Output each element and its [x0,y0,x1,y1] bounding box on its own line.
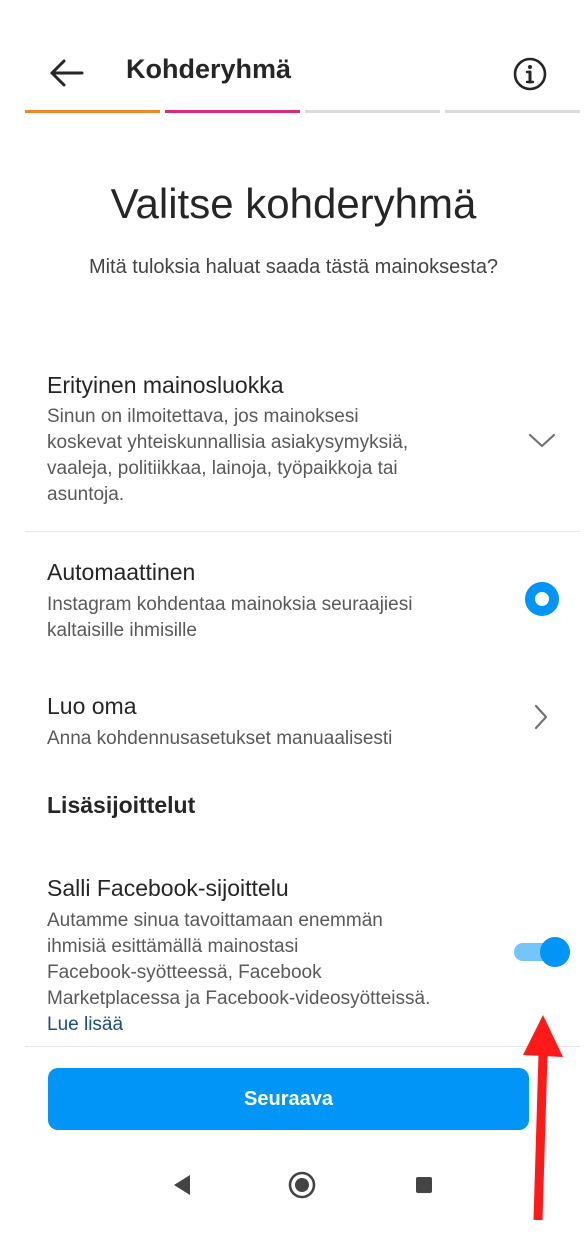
divider [25,1046,580,1047]
description-line: Instagram kohdentaa mainoksia seuraajies… [47,594,413,615]
chevron-right-icon[interactable] [530,702,550,732]
description-line: kaltaisille ihmisille [47,620,197,641]
automatic-audience-option[interactable]: Automaattinen Instagram kohdentaa mainok… [0,556,587,646]
progress-step-2 [165,110,300,113]
header: Kohderyhmä [0,0,587,115]
special-category-title: Erityinen mainosluokka [47,372,284,398]
divider [25,531,580,532]
step-progress-bar [25,110,580,113]
progress-step-4 [445,110,580,113]
back-button[interactable] [40,50,90,96]
progress-step-3 [305,110,440,113]
main-heading: Valitse kohderyhmä [110,180,477,227]
description-line: asuntoja. [47,484,125,505]
special-category-description: Sinun on ilmoitettava, jos mainoksesi ko… [47,404,408,508]
learn-more-link[interactable]: Lue lisää [47,1014,123,1036]
custom-title: Luo oma [47,693,137,719]
system-navigation-bar [0,1155,587,1215]
custom-description: Anna kohdennusasetukset manuaalisesti [47,728,393,749]
description-line: ihmisiä esittämällä mainostasi [47,936,299,957]
arrow-left-icon [50,59,84,87]
next-button[interactable]: Seuraava [48,1068,529,1130]
special-ad-category-row[interactable]: Erityinen mainosluokka Sinun on ilmoitet… [0,368,587,528]
info-circle-icon [513,57,547,91]
description-line: Sinun on ilmoitettava, jos mainoksesi [47,406,359,427]
facebook-placement-description: Autamme sinua tavoittamaan enemmän ihmis… [47,908,430,1012]
main-subheading: Mitä tuloksia haluat saada tästä mainoks… [88,256,499,278]
description-line: Marketplacessa ja Facebook-videosyötteis… [47,988,431,1009]
info-button[interactable] [508,52,552,96]
description-line: vaaleja, politiikkaa, lainoja, työpaikko… [47,458,398,479]
chevron-down-icon[interactable] [525,428,559,452]
triangle-back-icon[interactable] [166,1169,198,1201]
description-line: Autamme sinua tavoittamaan enemmän [47,910,383,931]
description-line: Facebook-syötteessä, Facebook [47,962,322,983]
facebook-placement-title: Salli Facebook-sijoittelu [47,875,289,901]
page-title: Kohderyhmä [126,54,292,84]
automatic-title: Automaattinen [47,559,196,585]
square-recents-icon[interactable] [408,1169,440,1201]
description-line: koskevat yhteiskunnallisia asiakysymyksi… [47,432,409,453]
create-custom-audience-option[interactable]: Luo oma Anna kohdennusasetukset manuaali… [0,690,587,750]
facebook-placement-toggle[interactable] [514,937,570,967]
progress-step-1 [25,110,160,113]
automatic-radio-button[interactable] [525,582,559,616]
annotation-arrow-icon [523,1015,563,1221]
circle-home-icon[interactable] [286,1169,318,1201]
automatic-description: Instagram kohdentaa mainoksia seuraajies… [47,592,412,644]
toggle-knob [540,937,570,967]
placements-heading: Lisäsijoittelut [47,792,196,818]
